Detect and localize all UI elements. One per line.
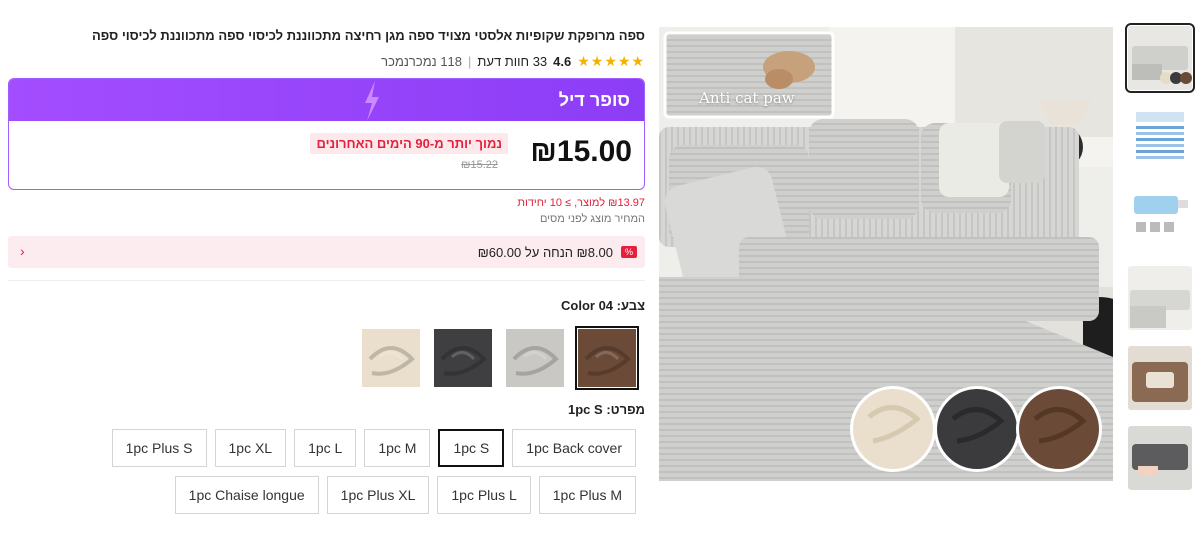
coupon-icon: % xyxy=(621,246,637,258)
size-option-button[interactable]: 1pc XL xyxy=(214,429,287,467)
thumbnail-6[interactable] xyxy=(1128,426,1192,490)
size-option-button[interactable]: 1pc Plus L xyxy=(437,476,531,514)
sold-count: 118 נמכרנמכר xyxy=(381,53,463,69)
tax-note: המחיר מוצג לפני מסים xyxy=(539,213,645,225)
rating-value: 4.6 xyxy=(553,53,572,69)
product-title: ספה מרופקת שקופיות אלסטי מצויד ספה מגן ר… xyxy=(92,28,645,43)
size-option-button[interactable]: 1pc Plus XL xyxy=(326,476,430,514)
thumbnail-1[interactable] xyxy=(1125,23,1195,93)
size-option-button[interactable]: 1pc Plus M xyxy=(538,476,636,514)
size-option-button[interactable]: 1pc Back cover xyxy=(512,429,636,467)
main-product-image[interactable]: Anti cat paw xyxy=(659,27,1113,481)
divider xyxy=(8,280,645,281)
lowest-price-badge: נמוך יותר מ-90 הימים האחרונים xyxy=(310,133,508,154)
size-option-button[interactable]: 1pc Chaise longue xyxy=(174,476,319,514)
current-price: ₪15.00 xyxy=(530,135,632,168)
size-options-row-2: 1pc Plus M 1pc Plus L 1pc Plus XL 1pc Chais… xyxy=(8,476,645,514)
thumbnail-5[interactable] xyxy=(1128,346,1192,410)
star-rating-icon: ★★★★★ xyxy=(577,52,645,69)
lightning-icon xyxy=(365,81,379,121)
product-info: ספה מרופקת שקופיות אלסטי מצויד ספה מגן ר… xyxy=(8,26,645,514)
color-swatch-brown[interactable] xyxy=(575,326,639,390)
size-option-button[interactable]: 1pc S xyxy=(438,429,505,467)
bulk-price-note: ₪13.97 למוצר, ≥ 10 יחידות xyxy=(517,197,645,209)
reviews-link[interactable]: 33 חוות דעת xyxy=(477,54,547,69)
size-option-button[interactable]: 1pc M xyxy=(364,429,431,467)
super-deal-title: סופר דיל xyxy=(558,89,630,110)
thumbnail-2[interactable] xyxy=(1128,106,1192,170)
super-deal-header: סופר דיל xyxy=(9,79,644,121)
size-label: מפרט: 1pc S xyxy=(568,402,645,417)
thumbnail-3[interactable] xyxy=(1128,186,1192,250)
super-deal-box: סופר דיל ₪15.00 נמוך יותר מ-90 הימים האח… xyxy=(8,78,645,190)
inset-caption: Anti cat paw xyxy=(699,89,795,107)
price-area: ₪15.00 נמוך יותר מ-90 הימים האחרונים ₪15… xyxy=(9,121,644,189)
size-option-button[interactable]: 1pc Plus S xyxy=(111,429,207,467)
color-swatch-cream[interactable] xyxy=(362,329,420,387)
rating-separator: | xyxy=(468,53,472,69)
color-label: צבע: Color 04 xyxy=(561,298,645,313)
chevron-left-icon[interactable]: ‹ xyxy=(20,243,25,259)
rating-row: ★★★★★ 4.6 33 חוות דעת | 118 נמכרנמכר xyxy=(8,50,645,72)
thumbnail-4[interactable] xyxy=(1128,266,1192,330)
color-swatches xyxy=(8,326,645,390)
coupon-text: ₪8.00 הנחה על ₪60.00 xyxy=(477,244,613,260)
color-swatch-dark-grey[interactable] xyxy=(434,329,492,387)
color-swatch-light-grey[interactable] xyxy=(506,329,564,387)
size-option-button[interactable]: 1pc L xyxy=(294,429,357,467)
coupon-bar[interactable]: % ₪8.00 הנחה על ₪60.00 ‹ xyxy=(8,236,645,268)
thumbnail-strip xyxy=(1125,23,1196,506)
color-circles xyxy=(850,386,1102,472)
original-price: ₪15.22 xyxy=(461,159,498,171)
size-options-row-1: 1pc Back cover 1pc S 1pc M 1pc L 1pc XL 1pc P… xyxy=(8,429,645,467)
